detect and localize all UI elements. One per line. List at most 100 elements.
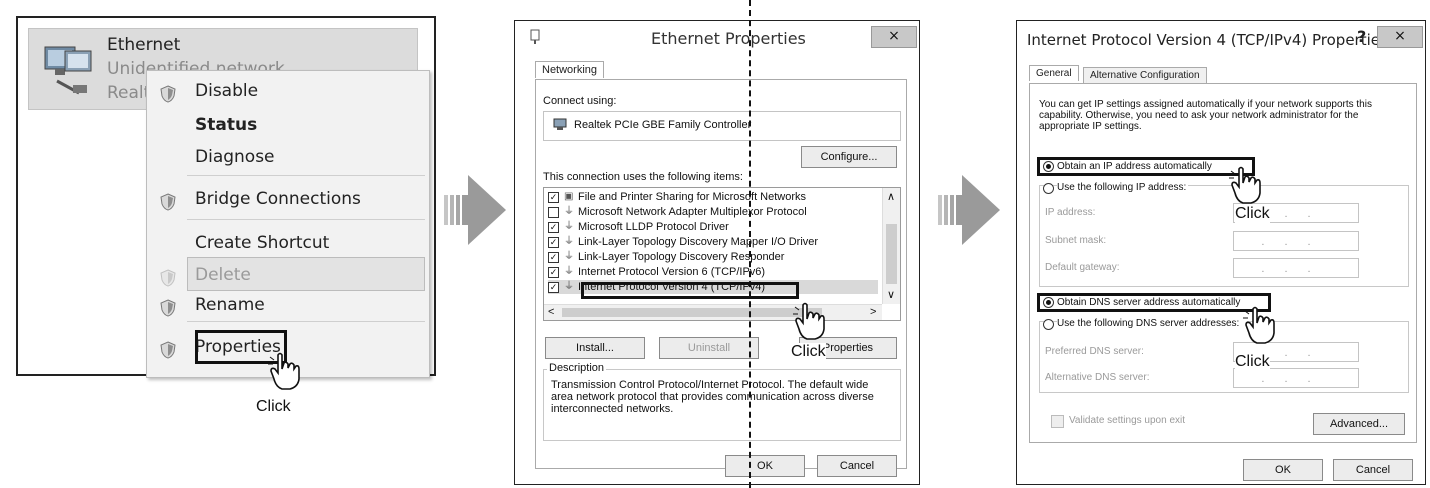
protocol-icon: ⏚ <box>564 236 574 247</box>
shield-icon <box>159 190 177 222</box>
tab-networking[interactable]: Networking <box>535 61 605 78</box>
items-label: This connection uses the following items… <box>543 171 743 183</box>
adapter-name: Ethernet <box>107 35 181 55</box>
item-checkbox[interactable]: ✓ <box>548 252 559 263</box>
scroll-right-icon[interactable]: > <box>870 306 876 318</box>
adapter-box: Realtek PCIe GBE Family Controller <box>543 111 901 141</box>
use-ip-radio[interactable] <box>1043 183 1054 194</box>
scrollbar-vertical[interactable]: ∧ ∨ <box>882 188 900 304</box>
preferred-dns-label: Preferred DNS server: <box>1045 346 1144 357</box>
item-label: Internet Protocol Version 6 (TCP/IPv6) <box>578 266 766 278</box>
item-checkbox[interactable]: ✓ <box>548 267 559 278</box>
subnet-mask-field: ... <box>1233 231 1359 251</box>
menu-item-rename[interactable]: Rename <box>147 289 429 321</box>
obtain-dns-radio[interactable] <box>1043 297 1054 308</box>
menu-item-label: Status <box>195 115 258 135</box>
ip-address-label: IP address: <box>1045 207 1096 218</box>
context-menu: Disable Status Diagnose Bridge Connections C… <box>146 70 430 378</box>
list-item[interactable]: ✓ ⏚ Internet Protocol Version 6 (TCP/IPv6) <box>548 265 878 279</box>
item-label: Microsoft LLDP Protocol Driver <box>578 221 729 233</box>
scrollbar-horizontal[interactable]: < > <box>544 304 882 320</box>
menu-item-bridge-connections[interactable]: Bridge Connections <box>147 183 429 215</box>
network-adapter-icon <box>44 46 92 95</box>
menu-separator <box>187 321 425 322</box>
obtain-dns-label[interactable]: Obtain DNS server address automatically <box>1057 297 1240 308</box>
scroll-thumb[interactable] <box>886 224 897 284</box>
protocol-icon: ⏚ <box>564 206 574 217</box>
protocol-icon: ⏚ <box>564 266 574 277</box>
obtain-ip-radio[interactable] <box>1043 161 1054 172</box>
ethernet-properties-dialog: Ethernet Properties × Networking Connect… <box>514 20 920 485</box>
close-button[interactable]: × <box>871 26 917 48</box>
description-legend: Description <box>547 362 607 374</box>
click-label: Click <box>256 398 291 415</box>
configure-button[interactable]: Configure... <box>801 146 897 168</box>
menu-item-label: Disable <box>195 81 259 101</box>
protocol-icon: ⏚ <box>564 281 574 292</box>
click-label: Click <box>791 343 826 361</box>
menu-separator <box>187 175 425 176</box>
menu-item-label: Delete <box>195 265 251 285</box>
context-menu-panel: Ethernet Unidentified network Realt Disa… <box>16 16 436 415</box>
advanced-button[interactable]: Advanced... <box>1313 413 1405 435</box>
help-button[interactable]: ? <box>1357 27 1366 46</box>
dialog-title: Ethernet Properties <box>651 29 806 48</box>
use-ip-label[interactable]: Use the following IP address: <box>1057 182 1189 193</box>
use-dns-radio[interactable] <box>1043 319 1054 330</box>
item-label: Link-Layer Topology Discovery Responder <box>578 251 785 263</box>
list-item[interactable]: ✓ ⏚ Link-Layer Topology Discovery Responde… <box>548 250 878 264</box>
hand-cursor-icon <box>1243 306 1275 344</box>
center-dashed-line <box>749 0 751 488</box>
connect-using-label: Connect using: <box>543 95 617 107</box>
item-label: Microsoft Network Adapter Multiplexor Pr… <box>578 206 807 218</box>
tab-alternative-configuration[interactable]: Alternative Configuration <box>1083 67 1207 83</box>
tab-general[interactable]: General <box>1029 65 1079 81</box>
scroll-down-icon[interactable]: ∨ <box>887 288 895 301</box>
cancel-button[interactable]: Cancel <box>1333 459 1413 481</box>
printer-icon: ▣ <box>564 191 574 202</box>
default-gateway-label: Default gateway: <box>1045 262 1120 273</box>
menu-separator <box>187 219 425 220</box>
ok-button[interactable]: OK <box>1243 459 1323 481</box>
item-checkbox[interactable]: ✓ <box>548 192 559 203</box>
close-button[interactable]: × <box>1377 26 1423 48</box>
item-checkbox[interactable]: ✓ <box>548 237 559 248</box>
validate-checkbox <box>1051 415 1064 428</box>
ipv4-highlight-box <box>581 282 799 299</box>
next-step-arrow <box>444 175 506 245</box>
menu-item-status[interactable]: Status <box>147 109 429 141</box>
list-item[interactable]: ✓ ⏚ Microsoft LLDP Protocol Driver <box>548 220 878 234</box>
menu-item-label: Create Shortcut <box>195 233 330 253</box>
ipv4-properties-dialog: Internet Protocol Version 4 (TCP/IPv4) P… <box>1016 20 1426 485</box>
intro-text: You can get IP settings assigned automat… <box>1039 99 1372 132</box>
cancel-button[interactable]: Cancel <box>817 455 897 477</box>
hand-cursor-icon <box>1229 166 1261 204</box>
menu-item-diagnose[interactable]: Diagnose <box>147 141 429 173</box>
menu-item-disable[interactable]: Disable <box>147 75 429 107</box>
obtain-ip-label[interactable]: Obtain an IP address automatically <box>1057 161 1212 172</box>
use-dns-label[interactable]: Use the following DNS server addresses: <box>1057 318 1247 329</box>
scroll-up-icon[interactable]: ∧ <box>887 190 895 203</box>
scroll-thumb[interactable] <box>562 308 822 317</box>
item-label: Link-Layer Topology Discovery Mapper I/O… <box>578 236 819 248</box>
item-checkbox[interactable]: ✓ <box>548 282 559 293</box>
dialog-title: Internet Protocol Version 4 (TCP/IPv4) P… <box>1027 31 1388 49</box>
list-item[interactable]: ✓ ⏚ Link-Layer Topology Discovery Mapper I… <box>548 235 878 249</box>
items-list[interactable]: ∧ ∨ < > ✓ ▣ File and Printer Sharing for M… <box>543 187 901 321</box>
alternative-dns-field: ... <box>1233 368 1359 388</box>
shield-icon <box>159 296 177 328</box>
adapter-name: Realtek PCIe GBE Family Controller <box>574 119 752 131</box>
protocol-icon: ⏚ <box>564 251 574 262</box>
list-item[interactable]: ⏚ Microsoft Network Adapter Multiplexor P… <box>548 205 878 219</box>
menu-item-create-shortcut[interactable]: Create Shortcut <box>147 227 429 259</box>
item-checkbox[interactable] <box>548 207 559 218</box>
ok-button[interactable]: OK <box>725 455 805 477</box>
uninstall-button: Uninstall <box>659 337 759 359</box>
list-item[interactable]: ✓ ▣ File and Printer Sharing for Microsoft… <box>548 190 878 204</box>
item-checkbox[interactable]: ✓ <box>548 222 559 233</box>
default-gateway-field: ... <box>1233 258 1359 278</box>
scroll-left-icon[interactable]: < <box>548 306 554 318</box>
install-button[interactable]: Install... <box>545 337 645 359</box>
click-label: Click <box>1235 353 1270 371</box>
shield-icon <box>159 338 177 370</box>
